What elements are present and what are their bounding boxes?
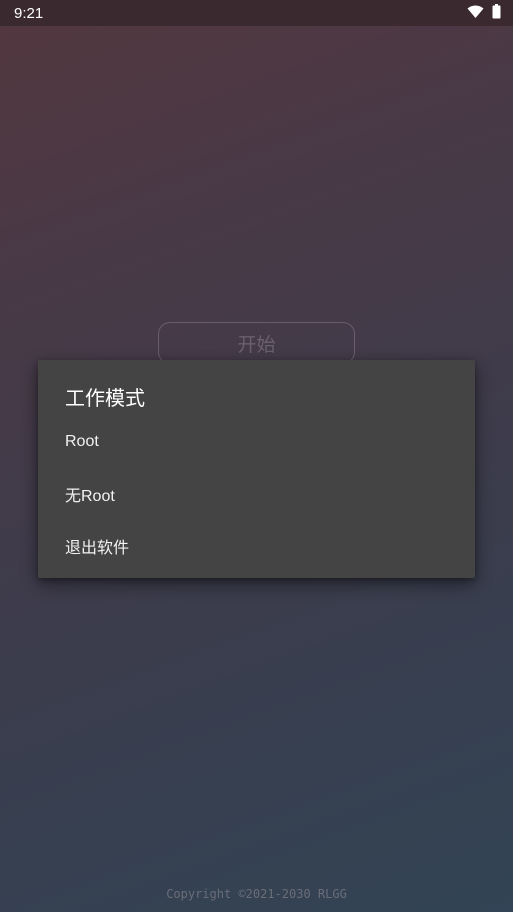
work-mode-dialog: 工作模式 Root 无Root 退出软件 [38,360,475,578]
status-time: 9:21 [14,4,44,22]
dialog-item-exit[interactable]: 退出软件 [38,520,475,572]
dialog-item-root[interactable]: Root [38,416,475,468]
dialog-item-label: 无Root [65,488,115,505]
dialog-item-label: 退出软件 [65,540,130,557]
copyright-text: Copyright ©2021-2030 RLGG [166,887,347,901]
battery-icon [492,3,501,23]
dialog-item-label: Root [65,433,99,450]
status-bar: 9:21 [0,0,513,26]
dialog-title: 工作模式 [65,386,145,410]
wifi-icon [467,4,484,23]
dialog-item-no-root[interactable]: 无Root [38,468,475,520]
status-icons [467,3,501,23]
